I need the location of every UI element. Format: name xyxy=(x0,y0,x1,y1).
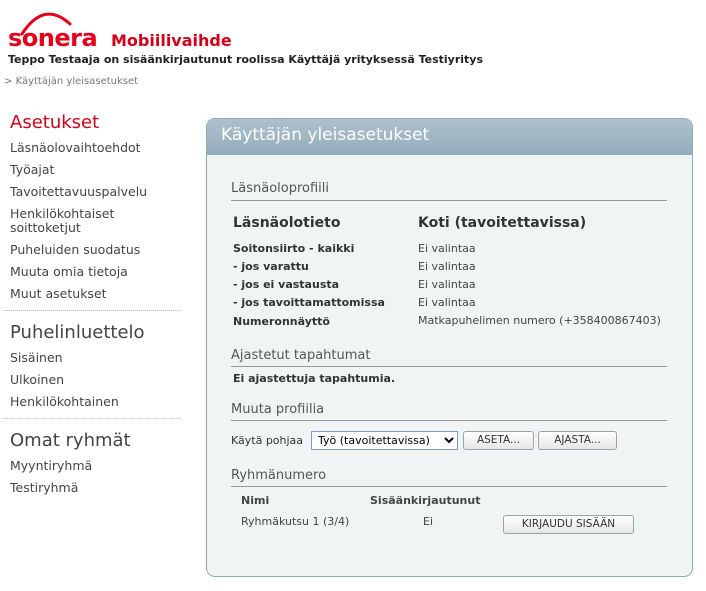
presence-row-value: Ei valintaa xyxy=(418,260,476,273)
sidebar-item-myyntiryhma[interactable]: Myyntiryhmä xyxy=(10,459,170,473)
presence-row-value: Ei valintaa xyxy=(418,278,476,291)
section-divider xyxy=(231,366,667,367)
group-row-name: Ryhmäkutsu 1 (3/4) xyxy=(241,515,350,528)
section-divider xyxy=(231,486,667,487)
sidebar-heading-asetukset[interactable]: Asetukset xyxy=(10,114,99,132)
scheduled-empty-text: Ei ajastettuja tapahtumia. xyxy=(233,372,396,385)
sidebar-item-tavoitettavuuspalvelu[interactable]: Tavoitettavuuspalvelu xyxy=(10,185,170,199)
group-table-header-logged-in: Sisäänkirjautunut xyxy=(370,494,481,507)
presence-row-label: - jos ei vastausta xyxy=(233,278,340,291)
section-divider xyxy=(231,420,667,421)
presence-row-label: Soitonsiirto - kaikki xyxy=(233,242,355,255)
group-row-logged-in: Ei xyxy=(423,515,434,528)
presence-row-label: - jos tavoittamattomissa xyxy=(233,296,385,309)
logo-text: sonera xyxy=(8,24,98,52)
section-title-change-profile: Muuta profiilia xyxy=(231,402,325,417)
presence-row-value: Ei valintaa xyxy=(418,242,476,255)
presence-row-value: Matkapuhelimen numero (+358400867403) xyxy=(418,314,661,327)
section-title-scheduled: Ajastetut tapahtumat xyxy=(231,348,371,363)
section-divider xyxy=(231,200,667,201)
user-status-line: Teppo Testaaja on sisäänkirjautunut rool… xyxy=(8,53,484,66)
presence-row-label: Numeronnäyttö xyxy=(233,315,330,328)
sidebar-item-lasnaolovaihtoehdot[interactable]: Läsnäolovaihtoehdot xyxy=(10,141,170,155)
section-title-presence: Läsnäoloprofiili xyxy=(231,181,329,196)
breadcrumb-separator: > xyxy=(4,76,13,87)
settings-panel: Käyttäjän yleisasetukset Läsnäoloprofiil… xyxy=(206,118,693,577)
presence-row-label: - jos varattu xyxy=(233,260,309,273)
breadcrumb: > Käyttäjän yleisasetukset xyxy=(4,76,138,87)
page: sonera Mobiilivaihde Teppo Testaaja on s… xyxy=(0,0,706,591)
sidebar-item-puheluiden-suodatus[interactable]: Puheluiden suodatus xyxy=(10,243,170,257)
set-button[interactable]: ASETA... xyxy=(463,431,534,450)
template-label: Käytä pohjaa xyxy=(231,434,304,447)
breadcrumb-current[interactable]: Käyttäjän yleisasetukset xyxy=(16,76,138,87)
sidebar-item-sisainen[interactable]: Sisäinen xyxy=(10,351,170,365)
sidebar-divider xyxy=(4,310,180,311)
app-title: Mobiilivaihde xyxy=(111,31,232,50)
section-title-group-number: Ryhmänumero xyxy=(231,468,327,483)
sidebar-item-henkilokohtainen[interactable]: Henkilökohtainen xyxy=(10,395,170,409)
schedule-button[interactable]: AJASTA... xyxy=(538,431,617,450)
group-table-header-name: Nimi xyxy=(241,494,270,507)
login-group-button[interactable]: KIRJAUDU SISÄÄN xyxy=(503,515,634,534)
sidebar-item-tyoajat[interactable]: Työajat xyxy=(10,163,170,177)
panel-title: Käyttäjän yleisasetukset xyxy=(207,119,692,155)
sidebar-heading-puhelinluettelo[interactable]: Puhelinluettelo xyxy=(10,324,145,342)
presence-current-profile: Koti (tavoitettavissa) xyxy=(418,215,587,231)
sidebar-item-testiryhma[interactable]: Testiryhmä xyxy=(10,481,170,495)
sidebar-item-muuta-omia-tietoja[interactable]: Muuta omia tietoja xyxy=(10,265,170,279)
sidebar-item-ulkoinen[interactable]: Ulkoinen xyxy=(10,373,170,387)
template-select[interactable]: Työ (tavoitettavissa) xyxy=(311,431,458,450)
presence-row-value: Ei valintaa xyxy=(418,296,476,309)
sidebar-item-muut-asetukset[interactable]: Muut asetukset xyxy=(10,287,170,301)
sidebar-item-soittoketjut[interactable]: Henkilökohtaiset soittoketjut xyxy=(10,207,130,235)
presence-column-label: Läsnäolotieto xyxy=(233,215,341,231)
sidebar-divider xyxy=(4,418,180,419)
sidebar-heading-omat-ryhmat[interactable]: Omat ryhmät xyxy=(10,432,131,450)
